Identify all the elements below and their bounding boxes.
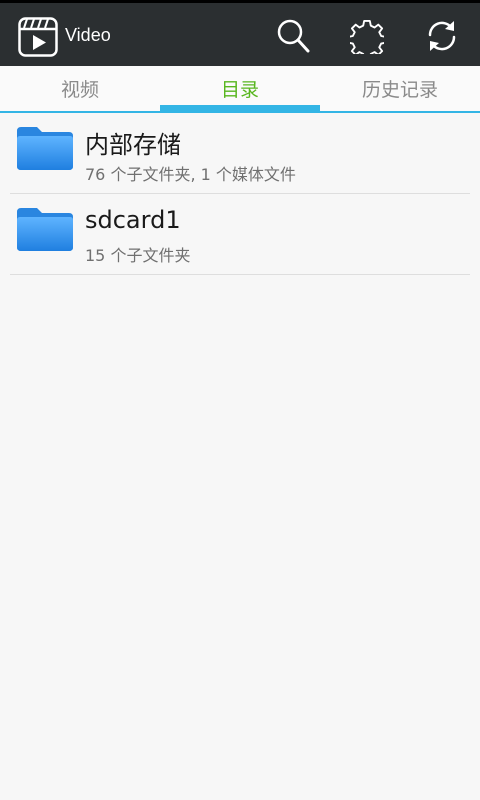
video-clapperboard-icon[interactable] [18,17,58,57]
settings-gear-icon [347,19,387,60]
tab-bar: 视频 目录 历史记录 [0,66,480,113]
app-bar: Video [0,0,480,66]
folder-list: 内部存储 76 个子文件夹, 1 个媒体文件 sdcard1 15 个子文件夹 [0,113,480,275]
tab-videos[interactable]: 视频 [0,66,160,111]
folder-icon [17,208,73,251]
folder-row-internal-storage[interactable]: 内部存储 76 个子文件夹, 1 个媒体文件 [0,113,480,194]
tab-history[interactable]: 历史记录 [320,66,480,111]
folder-detail: 15 个子文件夹 [85,246,191,265]
folder-name: 内部存储 [85,131,181,159]
divider [10,274,470,275]
search-button[interactable] [276,18,310,54]
folder-row-sdcard1[interactable]: sdcard1 15 个子文件夹 [0,194,480,275]
settings-button[interactable] [347,18,387,60]
folder-detail: 76 个子文件夹, 1 个媒体文件 [85,165,296,184]
refresh-icon [428,21,456,51]
active-tab-indicator [160,105,320,111]
refresh-button[interactable] [425,18,459,54]
folder-name: sdcard1 [85,206,181,234]
search-icon [277,19,310,53]
app-title: Video [65,25,111,45]
folder-icon [17,127,73,170]
